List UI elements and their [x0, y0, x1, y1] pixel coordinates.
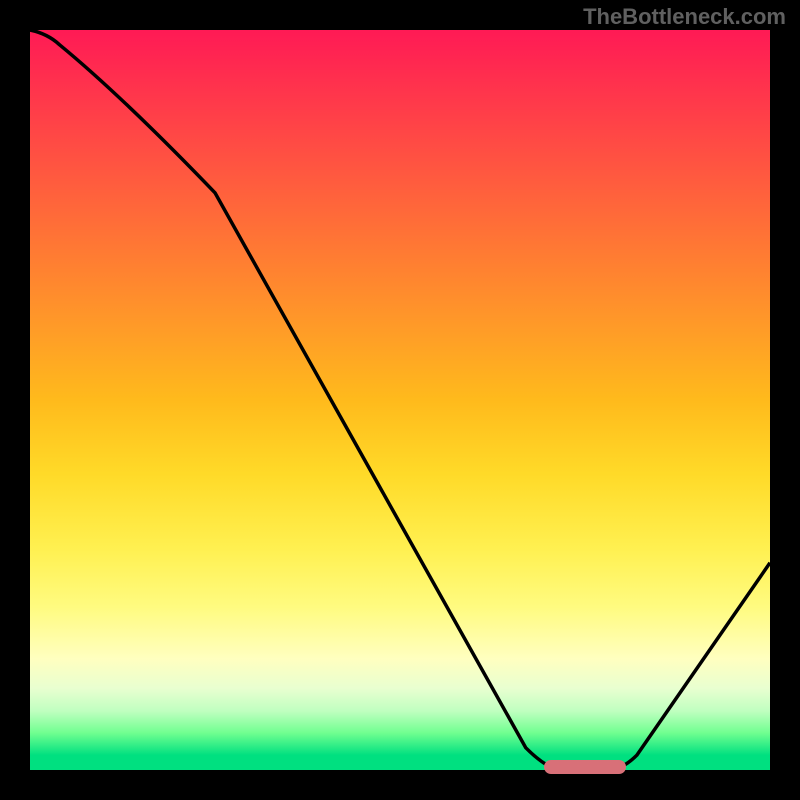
chart-plot-area	[30, 30, 770, 770]
chart-curve-layer	[30, 30, 770, 770]
bottleneck-curve	[30, 30, 770, 770]
flat-region-marker	[544, 760, 626, 774]
watermark-text: TheBottleneck.com	[583, 4, 786, 30]
